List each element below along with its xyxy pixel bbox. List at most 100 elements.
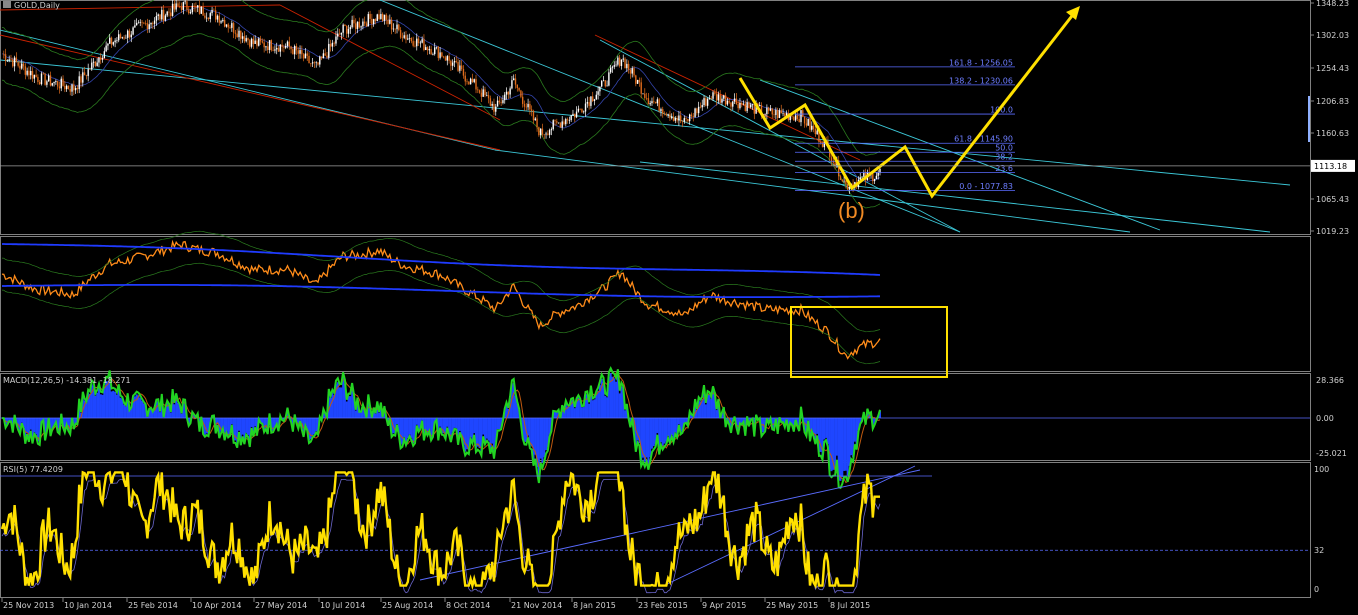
candle-body [609,67,612,73]
candle-body [293,46,296,55]
candle-body [539,128,542,136]
candle-body [696,108,698,114]
candle-body [134,25,136,28]
candle-body [653,101,655,103]
candle-body [726,100,729,105]
candle-body [164,15,167,21]
price-panel-frame [0,0,1311,235]
candle-body [741,102,743,105]
candle-body [600,81,603,87]
candle-body [624,58,626,69]
fib-level-label: 38.2 [995,153,1013,162]
candle-body [423,39,425,51]
candle-body [390,19,393,30]
candle-body [714,92,716,94]
candle-body [644,93,646,98]
time-tick-label: 23 Feb 2015 [638,601,688,610]
candle-body [678,115,680,121]
candle-body [180,6,183,10]
candle-body [636,79,639,84]
candle-body [177,3,179,7]
candle-body [254,40,256,44]
candle-body [346,26,348,34]
candle-body [784,113,786,117]
candle-body [207,17,210,20]
candle-body [674,118,677,121]
candle-body [803,116,806,124]
candle-body [47,75,50,82]
time-tick-label: 9 Apr 2015 [702,601,746,610]
candle-body [65,85,68,90]
candle-body [807,118,809,126]
candle-body [279,44,282,52]
candle-body [505,91,508,95]
candle-body [728,100,730,103]
candle-body [216,15,219,20]
candle-body [572,113,574,116]
candle-body [821,143,824,148]
candle-body [401,37,404,39]
channel-line-red [594,34,861,161]
candle-body [536,118,538,128]
candle-body [529,103,531,110]
candle-body [471,78,474,83]
candle-body [455,61,457,63]
rsi-line [0,470,880,591]
candle-body [435,46,438,48]
candle-body [782,113,784,114]
candle-body [220,21,222,23]
candle-body [284,45,287,48]
candle-body [349,27,352,30]
candle-body [186,1,188,10]
candle-body [606,85,608,87]
candle-body [748,102,750,108]
candle-body [577,108,580,112]
candle-body [171,3,174,16]
candle-body [213,9,215,11]
macd-tick-label: 0.00 [1316,414,1334,423]
candle-body [229,27,231,28]
candle-body [552,120,554,130]
candle-body [130,34,132,38]
gold-daily-chart[interactable]: 161.8 - 1256.05138.2 - 1230.06100.061.8 … [0,0,1358,615]
candle-body [195,6,197,8]
candle-body [543,134,545,135]
candle-body [462,69,465,76]
candle-body [534,118,536,121]
candle-body [712,92,714,99]
candle-body [588,102,590,106]
candle-body [306,53,308,56]
rsi-tick-label: 0 [1314,585,1319,594]
candle-body [541,128,544,135]
current-price-label: 1113.18 [1314,162,1347,171]
candle-body [30,71,32,76]
candle-body [805,123,808,126]
candle-body [292,49,294,55]
candle-body [766,107,768,115]
trend-line [494,149,1131,233]
candle-body [85,75,88,76]
candle-body [703,98,705,106]
candle-body [667,114,669,116]
candle-body [250,38,253,47]
candle-body [179,6,181,7]
candle-body [561,121,563,128]
candle-body [347,29,350,34]
candle-body [331,42,334,47]
candle-body [276,48,278,50]
price-tick-label: 1254.43 [1316,64,1349,73]
candle-body [618,57,621,66]
candle-body [593,99,596,102]
candle-body [166,11,168,16]
candle-body [234,32,237,34]
candle-body [76,88,79,90]
candle-body [469,78,472,85]
candle-body [575,111,578,118]
candle-body [816,130,818,135]
macd-tick-label: 28.366 [1316,376,1344,385]
candle-body [814,129,817,135]
candle-body [281,44,283,47]
candle-body [750,104,752,108]
candle-body [374,19,377,21]
candle-body [74,88,77,91]
